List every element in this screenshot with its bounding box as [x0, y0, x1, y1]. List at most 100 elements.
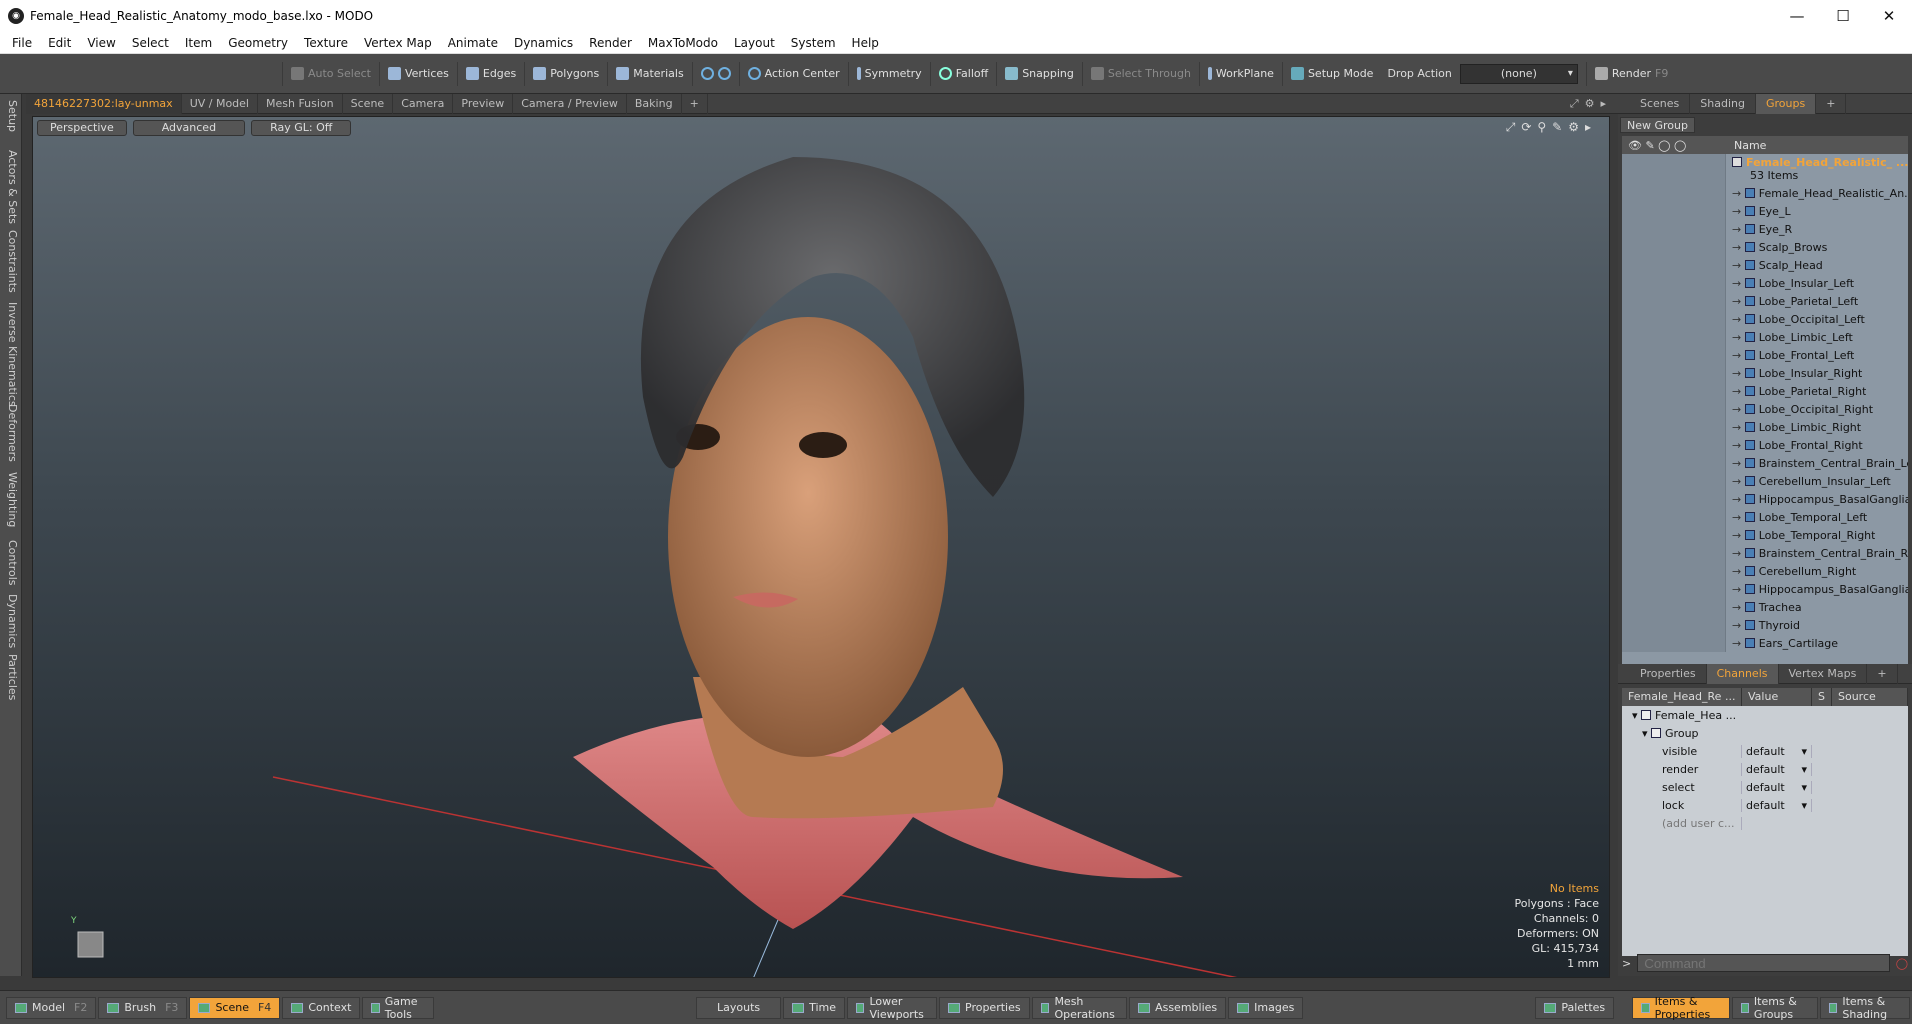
maximize-icon[interactable]: ☐ [1820, 0, 1866, 32]
tab-particles[interactable]: Particles [6, 654, 19, 700]
tab-scenes[interactable]: Scenes [1630, 93, 1691, 114]
group-item-row[interactable]: → Scalp_Brows [1622, 238, 1908, 256]
group-item-row[interactable]: → Cerebellum_Right [1622, 562, 1908, 580]
group-item-row[interactable]: → Trachea [1622, 598, 1908, 616]
tab-properties[interactable]: Properties [1630, 663, 1707, 684]
channel-s-col[interactable]: S [1812, 688, 1832, 706]
auto-select-button[interactable]: Auto Select [282, 61, 379, 86]
group-item-row[interactable]: → Cerebellum_Insular_Left [1622, 472, 1908, 490]
render-button[interactable]: Render F9 [1585, 61, 1677, 86]
menu-geometry[interactable]: Geometry [220, 36, 296, 50]
add-panel-tab[interactable]: + [1816, 93, 1847, 114]
vertices-button[interactable]: Vertices [378, 61, 457, 86]
channels-list[interactable]: ▾ Female_Hea ... ▾ Group visible default … [1622, 706, 1908, 956]
lower-viewports-button[interactable]: Lower Viewports [847, 995, 937, 1021]
group-item-row[interactable]: → Hippocampus_BasalGanglia ... [1622, 490, 1908, 508]
menu-render[interactable]: Render [581, 36, 640, 50]
channel-value-dropdown[interactable]: default [1742, 762, 1812, 776]
add-channel-tab[interactable]: + [1867, 663, 1898, 684]
menu-select[interactable]: Select [124, 36, 177, 50]
group-item-row[interactable]: → Eye_L [1622, 202, 1908, 220]
group-item-row[interactable]: → Lobe_Limbic_Right [1622, 418, 1908, 436]
channel-row-select[interactable]: select default [1622, 778, 1908, 796]
viewport-options-icon[interactable]: ⤢⚙▸ [1570, 97, 1618, 111]
menu-dynamics[interactable]: Dynamics [506, 36, 581, 50]
group-item-row[interactable]: → Eye_R [1622, 220, 1908, 238]
tab-camera-preview[interactable]: Camera / Preview [513, 93, 627, 114]
menu-vertex-map[interactable]: Vertex Map [356, 36, 440, 50]
menu-item[interactable]: Item [177, 36, 220, 50]
channel-group-row[interactable]: ▾ Group [1622, 724, 1908, 742]
channel-name-col[interactable]: Female_Head_Re ... [1622, 688, 1742, 706]
brush-layout-button[interactable]: Brush F3 [98, 996, 188, 1019]
palettes-button[interactable]: Palettes [1535, 996, 1615, 1019]
group-item-row[interactable]: → Lobe_Insular_Left [1622, 274, 1908, 292]
tab-groups[interactable]: Groups [1755, 93, 1817, 114]
action-center-button[interactable]: Action Center [738, 61, 848, 86]
tab-actors-sets[interactable]: Actors & Sets [6, 150, 19, 224]
tab-inverse-kinematics[interactable]: Inverse Kinematics [6, 302, 19, 407]
setup-mode-button[interactable]: Setup Mode [1281, 61, 1381, 86]
group-item-row[interactable]: → Lobe_Temporal_Left [1622, 508, 1908, 526]
group-item-row[interactable]: → Brainstem_Central_Brain_R... [1622, 544, 1908, 562]
group-item-row[interactable]: → Ears_Cartilage [1622, 634, 1908, 652]
edges-button[interactable]: Edges [456, 61, 524, 86]
viewport-nav-icons[interactable]: ⤢⟳⚲✎⚙▸ [1506, 120, 1597, 135]
mesh-operations-button[interactable]: Mesh Operations [1031, 995, 1128, 1021]
group-item-row[interactable]: → Lobe_Occipital_Left [1622, 310, 1908, 328]
properties-button[interactable]: Properties [939, 996, 1030, 1019]
tab-setup[interactable]: Setup [6, 100, 19, 132]
group-row[interactable]: Female_Head_Realistic_ ... 53 Items [1622, 154, 1908, 184]
advanced-dropdown[interactable]: Advanced [132, 120, 246, 136]
game-tools-button[interactable]: Game Tools [362, 995, 434, 1021]
menu-help[interactable]: Help [844, 36, 887, 50]
tab-baking[interactable]: Baking [627, 93, 682, 114]
component-mode-button[interactable] [691, 61, 739, 86]
scene-layout-button[interactable]: Scene F4 [189, 996, 281, 1019]
menu-texture[interactable]: Texture [296, 36, 356, 50]
items-properties-button[interactable]: Items & Properties [1632, 995, 1730, 1021]
tab-mesh-fusion[interactable]: Mesh Fusion [258, 93, 343, 114]
group-item-row[interactable]: → Lobe_Frontal_Left [1622, 346, 1908, 364]
tab-deformers[interactable]: Deformers [6, 404, 19, 462]
time-button[interactable]: Time [783, 996, 846, 1019]
tab-vertex-maps[interactable]: Vertex Maps [1779, 663, 1868, 684]
materials-button[interactable]: Materials [607, 61, 691, 86]
tab-preview[interactable]: Preview [453, 93, 514, 114]
3d-viewport[interactable]: Y Perspective Advanced Ray GL: Off ⤢⟳⚲✎⚙… [32, 116, 1610, 978]
raygl-dropdown[interactable]: Ray GL: Off [251, 120, 352, 136]
group-item-row[interactable]: → Lobe_Limbic_Left [1622, 328, 1908, 346]
group-item-row[interactable]: → Thyroid [1622, 616, 1908, 634]
layouts-button[interactable]: Layouts [696, 996, 782, 1019]
group-item-row[interactable]: → Lobe_Temporal_Right [1622, 526, 1908, 544]
channel-value-col[interactable]: Value [1742, 688, 1812, 706]
tab-channels[interactable]: Channels [1706, 663, 1779, 684]
tab-layout-unmax[interactable]: 48146227302:lay-unmax [26, 93, 182, 114]
channel-value-dropdown[interactable]: default [1742, 798, 1812, 812]
name-column-header[interactable]: Name [1726, 139, 1766, 152]
command-input[interactable] [1637, 954, 1890, 972]
tab-uv-model[interactable]: UV / Model [182, 93, 258, 114]
group-item-row[interactable]: → Female_Head_Realistic_An... [1622, 184, 1908, 202]
menu-view[interactable]: View [79, 36, 123, 50]
items-groups-button[interactable]: Items & Groups [1731, 995, 1818, 1021]
minimize-icon[interactable]: — [1774, 0, 1820, 32]
menu-layout[interactable]: Layout [726, 36, 783, 50]
channel-value-dropdown[interactable]: default [1742, 780, 1812, 794]
tab-shading[interactable]: Shading [1690, 93, 1756, 114]
group-item-row[interactable]: → Lobe_Insular_Right [1622, 364, 1908, 382]
add-tab-button[interactable]: + [682, 93, 708, 114]
channel-root-row[interactable]: ▾ Female_Hea ... [1622, 706, 1908, 724]
select-through-button[interactable]: Select Through [1081, 61, 1199, 86]
menu-system[interactable]: System [783, 36, 844, 50]
context-layout-button[interactable]: Context [282, 996, 361, 1019]
command-history-icon[interactable]: ◯ [1896, 957, 1908, 970]
tab-weighting[interactable]: Weighting [6, 472, 19, 527]
channel-value-dropdown[interactable]: default [1742, 744, 1812, 758]
menu-edit[interactable]: Edit [40, 36, 79, 50]
tab-controls[interactable]: Controls [6, 540, 19, 586]
close-icon[interactable]: ✕ [1866, 0, 1912, 32]
assemblies-button[interactable]: Assemblies [1129, 996, 1227, 1019]
group-item-row[interactable]: → Scalp_Head [1622, 256, 1908, 274]
group-item-row[interactable]: → Lobe_Parietal_Left [1622, 292, 1908, 310]
